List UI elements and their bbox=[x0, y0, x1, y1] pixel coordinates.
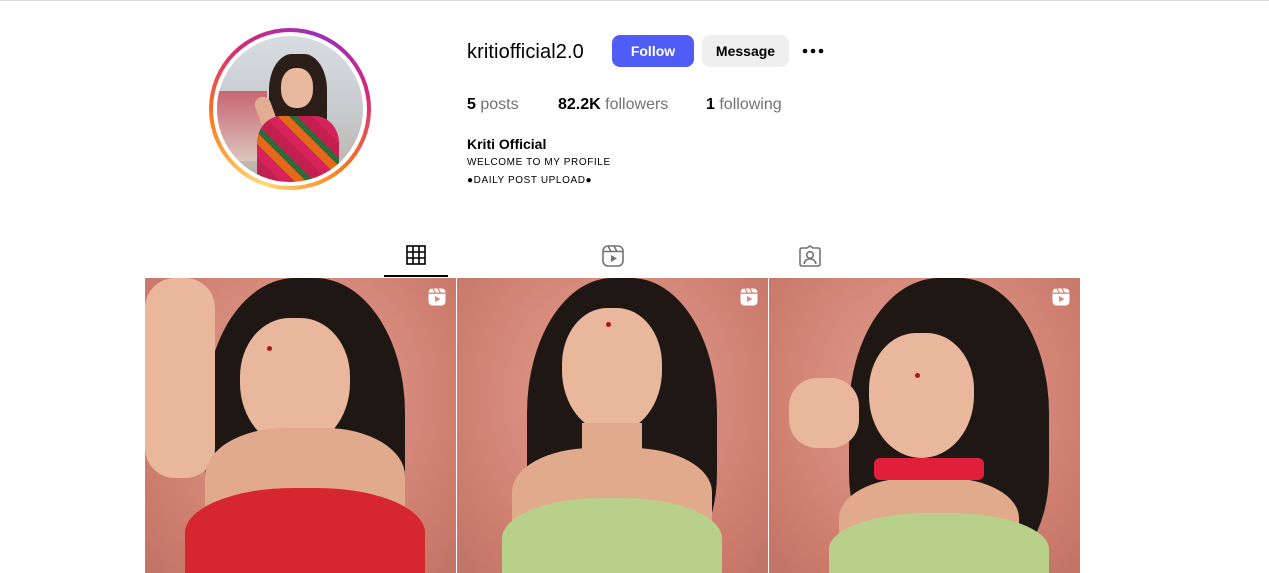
profile-avatar-story-ring[interactable] bbox=[209, 28, 371, 190]
bio-line: ●DAILY POST UPLOAD● bbox=[467, 175, 593, 186]
profile-full-name: Kriti Official bbox=[467, 136, 547, 152]
posts-count: 5 posts bbox=[467, 96, 519, 114]
post-scarf bbox=[874, 458, 984, 480]
post-top bbox=[185, 488, 425, 573]
post-arm bbox=[145, 278, 215, 478]
avatar-gap bbox=[213, 32, 367, 186]
bindi bbox=[915, 373, 920, 378]
bio-line: WELCOME TO MY PROFILE bbox=[467, 157, 611, 168]
top-divider bbox=[0, 0, 1269, 1]
post-tile[interactable] bbox=[145, 278, 456, 573]
grid-icon bbox=[406, 245, 426, 270]
post-face bbox=[562, 308, 662, 433]
follow-button[interactable]: Follow bbox=[612, 35, 694, 67]
followers-count-value: 82.2K bbox=[558, 96, 601, 113]
post-face bbox=[869, 333, 974, 458]
followers-count-label: followers bbox=[605, 96, 669, 113]
followers-link[interactable]: 82.2K followers bbox=[558, 96, 668, 114]
more-horizontal-icon[interactable] bbox=[801, 44, 825, 58]
posts-count-label: posts bbox=[480, 96, 519, 113]
bindi bbox=[267, 346, 272, 351]
post-tile[interactable] bbox=[457, 278, 768, 573]
reel-icon bbox=[740, 288, 758, 306]
avatar-face bbox=[281, 68, 313, 108]
avatar-dress bbox=[257, 116, 339, 182]
tab-tagged[interactable] bbox=[778, 240, 842, 277]
posts-count-value: 5 bbox=[467, 96, 476, 113]
tagged-icon bbox=[799, 245, 821, 272]
bindi bbox=[606, 322, 611, 327]
following-count-value: 1 bbox=[706, 96, 715, 113]
following-count-label: following bbox=[719, 96, 782, 113]
post-top bbox=[829, 513, 1049, 573]
reel-icon bbox=[428, 288, 446, 306]
tab-reels[interactable] bbox=[581, 240, 645, 277]
message-button[interactable]: Message bbox=[702, 35, 789, 67]
following-link[interactable]: 1 following bbox=[706, 96, 782, 114]
avatar[interactable] bbox=[217, 36, 363, 182]
post-tile[interactable] bbox=[769, 278, 1080, 573]
reels-icon bbox=[602, 245, 624, 272]
tab-posts[interactable] bbox=[384, 240, 448, 277]
post-hand bbox=[789, 378, 859, 448]
profile-username: kritiofficial2.0 bbox=[467, 41, 584, 63]
post-top bbox=[502, 498, 722, 573]
reel-icon bbox=[1052, 288, 1070, 306]
